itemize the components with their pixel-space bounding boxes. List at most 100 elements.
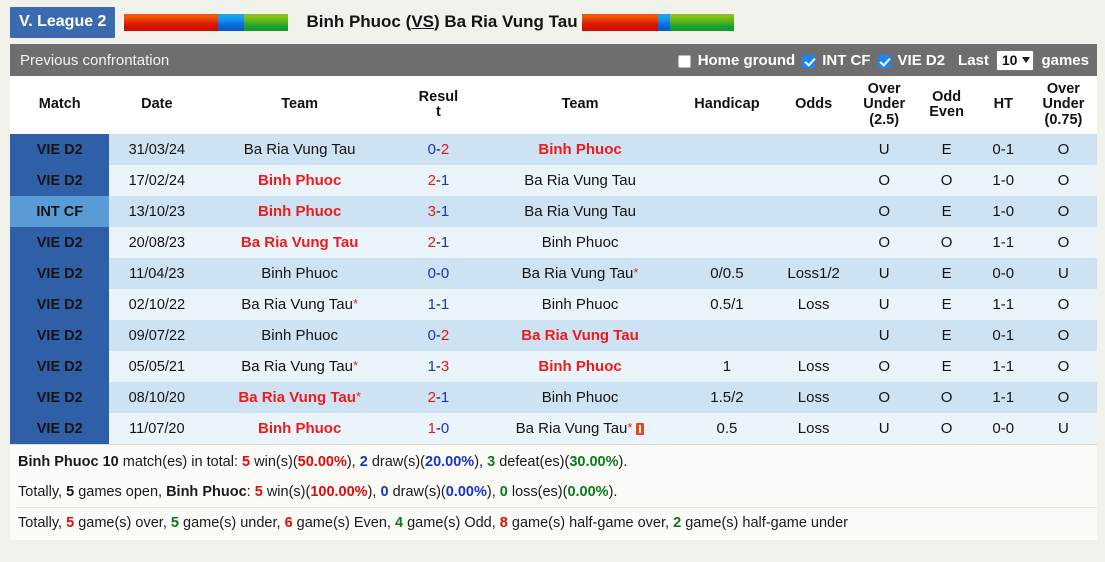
col-header-over-under-25[interactable]: Over Under (2.5) xyxy=(851,76,917,135)
cell-handicap xyxy=(678,134,776,166)
cell-over-under-075: O xyxy=(1029,227,1097,259)
cell-team-away[interactable]: Binh Phuoc xyxy=(481,382,679,414)
col-header-result[interactable]: Resul t xyxy=(395,76,482,135)
home-marker-icon: * xyxy=(352,296,359,312)
cell-over-under-25: O xyxy=(851,165,917,197)
int-cf-label: INT CF xyxy=(822,51,871,69)
chevron-down-icon xyxy=(1022,56,1031,63)
cell-team-away[interactable]: Binh Phuoc xyxy=(481,227,679,259)
cell-team-away[interactable]: Ba Ria Vung Tau* xyxy=(481,413,679,445)
summary-open-losses: 0 xyxy=(499,484,508,501)
cell-team-home[interactable]: Binh Phuoc xyxy=(204,258,396,290)
league-badge[interactable]: V. League 2 xyxy=(10,6,116,38)
cell-team-away[interactable]: Binh Phuoc xyxy=(481,289,679,321)
cell-team-home[interactable]: Binh Phuoc xyxy=(204,320,396,352)
col-header-match[interactable]: Match xyxy=(10,76,110,135)
summary-line-ou: Totally, 5 game(s) over, 5 game(s) under… xyxy=(16,507,1097,538)
cell-match[interactable]: INT CF xyxy=(10,196,110,228)
col-header-handicap[interactable]: Handicap xyxy=(678,76,776,135)
summary-open-wins: 5 xyxy=(254,484,263,501)
cell-match[interactable]: VIE D2 xyxy=(10,258,110,290)
col-header-over-under-075[interactable]: Over Under (0.75) xyxy=(1029,76,1097,135)
score-away: 0 xyxy=(440,265,450,283)
cell-team-away[interactable]: Ba Ria Vung Tau* xyxy=(481,258,679,290)
cell-result: 0-0 xyxy=(395,258,482,290)
summary-open-prefix: Totally, xyxy=(18,484,63,501)
int-cf-checkbox[interactable] xyxy=(802,54,816,68)
title-home-team: Binh Phuoc xyxy=(306,12,401,31)
cell-team-away[interactable]: Ba Ria Vung Tau xyxy=(481,165,679,197)
cell-team-home[interactable]: Binh Phuoc xyxy=(204,165,396,197)
col-header-team-home[interactable]: Team xyxy=(204,76,396,135)
form-bar-loss-segment xyxy=(669,13,734,31)
cell-over-under-075: O xyxy=(1029,351,1097,383)
last-games-select[interactable]: 10 xyxy=(995,49,1035,71)
vie-d2-checkbox[interactable] xyxy=(877,54,891,68)
table-row[interactable]: VIE D2 02/10/22 Ba Ria Vung Tau* 1-1 Binh Ph… xyxy=(10,289,1097,321)
score-away: 2 xyxy=(440,141,450,159)
cell-match[interactable]: VIE D2 xyxy=(10,320,110,352)
home-ground-label: Home ground xyxy=(697,51,796,69)
table-row[interactable]: VIE D2 09/07/22 Binh Phuoc 0-2 Ba Ria Vung T… xyxy=(10,320,1097,352)
summary-defeats-count: 3 xyxy=(487,454,496,471)
title-vs-label: VS xyxy=(411,12,434,31)
table-row[interactable]: VIE D2 11/07/20 Binh Phuoc 1-0 Ba Ria Vung T… xyxy=(10,413,1097,445)
cell-match[interactable]: VIE D2 xyxy=(10,351,110,383)
cell-ht: 1-1 xyxy=(976,382,1030,414)
summary-over-label: game(s) over, xyxy=(78,515,167,532)
team-name: Ba Ria Vung Tau xyxy=(241,358,353,376)
col-header-team-away[interactable]: Team xyxy=(481,76,679,135)
table-row[interactable]: VIE D2 31/03/24 Ba Ria Vung Tau 0-2 Binh Phu… xyxy=(10,134,1097,166)
table-row[interactable]: VIE D2 08/10/20 Ba Ria Vung Tau* 2-1 Binh Ph… xyxy=(10,382,1097,414)
cell-date: 11/07/20 xyxy=(109,413,205,445)
cell-ht: 0-1 xyxy=(976,320,1030,352)
table-row[interactable]: VIE D2 17/02/24 Binh Phuoc 2-1 Ba Ria Vung T… xyxy=(10,165,1097,197)
cell-team-home[interactable]: Ba Ria Vung Tau* xyxy=(204,289,396,321)
cell-team-home[interactable]: Binh Phuoc xyxy=(204,413,396,445)
cell-team-away[interactable]: Binh Phuoc xyxy=(481,351,679,383)
cell-team-home[interactable]: Ba Ria Vung Tau* xyxy=(204,351,396,383)
cell-match[interactable]: VIE D2 xyxy=(10,134,110,166)
score-home: 2 xyxy=(427,172,436,190)
summary-open-team: Binh Phuoc xyxy=(166,484,247,501)
red-card-icon xyxy=(636,423,645,436)
cell-odd-even: O xyxy=(916,413,977,445)
cell-team-away[interactable]: Binh Phuoc xyxy=(481,134,679,166)
cell-match[interactable]: VIE D2 xyxy=(10,227,110,259)
cell-team-home[interactable]: Binh Phuoc xyxy=(204,196,396,228)
cell-result: 0-2 xyxy=(395,134,482,166)
cell-team-home[interactable]: Ba Ria Vung Tau* xyxy=(204,382,396,414)
summary-even-count: 6 xyxy=(284,515,293,532)
table-row[interactable]: VIE D2 20/08/23 Ba Ria Vung Tau 2-1 Binh Phu… xyxy=(10,227,1097,259)
cell-odd-even: E xyxy=(916,289,977,321)
summary-total-count: 10 xyxy=(102,454,119,471)
col-header-ht[interactable]: HT xyxy=(976,76,1030,135)
table-row[interactable]: VIE D2 05/05/21 Ba Ria Vung Tau* 1-3 Binh Ph… xyxy=(10,351,1097,383)
cell-match[interactable]: VIE D2 xyxy=(10,289,110,321)
cell-match[interactable]: VIE D2 xyxy=(10,382,110,414)
table-row[interactable]: INT CF 13/10/23 Binh Phuoc 3-1 Ba Ria Vung T… xyxy=(10,196,1097,228)
cell-handicap xyxy=(678,320,776,352)
last-label: Last xyxy=(958,51,989,69)
cell-handicap xyxy=(678,227,776,259)
cell-team-away[interactable]: Ba Ria Vung Tau xyxy=(481,196,679,228)
cell-match[interactable]: VIE D2 xyxy=(10,165,110,197)
form-bar-draw-segment xyxy=(657,13,670,31)
home-form-bar xyxy=(124,13,289,31)
cell-team-away[interactable]: Ba Ria Vung Tau xyxy=(481,320,679,352)
team-name: Binh Phuoc xyxy=(541,234,619,252)
cell-team-home[interactable]: Ba Ria Vung Tau xyxy=(204,134,396,166)
form-bar-win-segment xyxy=(124,13,218,31)
col-header-date[interactable]: Date xyxy=(109,76,205,135)
form-bar-win-segment xyxy=(581,13,658,31)
col-header-odd-even[interactable]: Odd Even xyxy=(916,76,977,135)
summary-draws-close: ), xyxy=(474,454,484,471)
home-ground-checkbox[interactable] xyxy=(677,54,691,68)
col-header-odds[interactable]: Odds xyxy=(775,76,852,135)
table-row[interactable]: VIE D2 11/04/23 Binh Phuoc 0-0 Ba Ria Vung T… xyxy=(10,258,1097,290)
summary-draws-count: 2 xyxy=(359,454,368,471)
cell-team-home[interactable]: Ba Ria Vung Tau xyxy=(204,227,396,259)
cell-match[interactable]: VIE D2 xyxy=(10,413,110,445)
team-name: Ba Ria Vung Tau xyxy=(515,420,628,438)
summary-open-wins-pct: 100.00% xyxy=(310,484,368,501)
